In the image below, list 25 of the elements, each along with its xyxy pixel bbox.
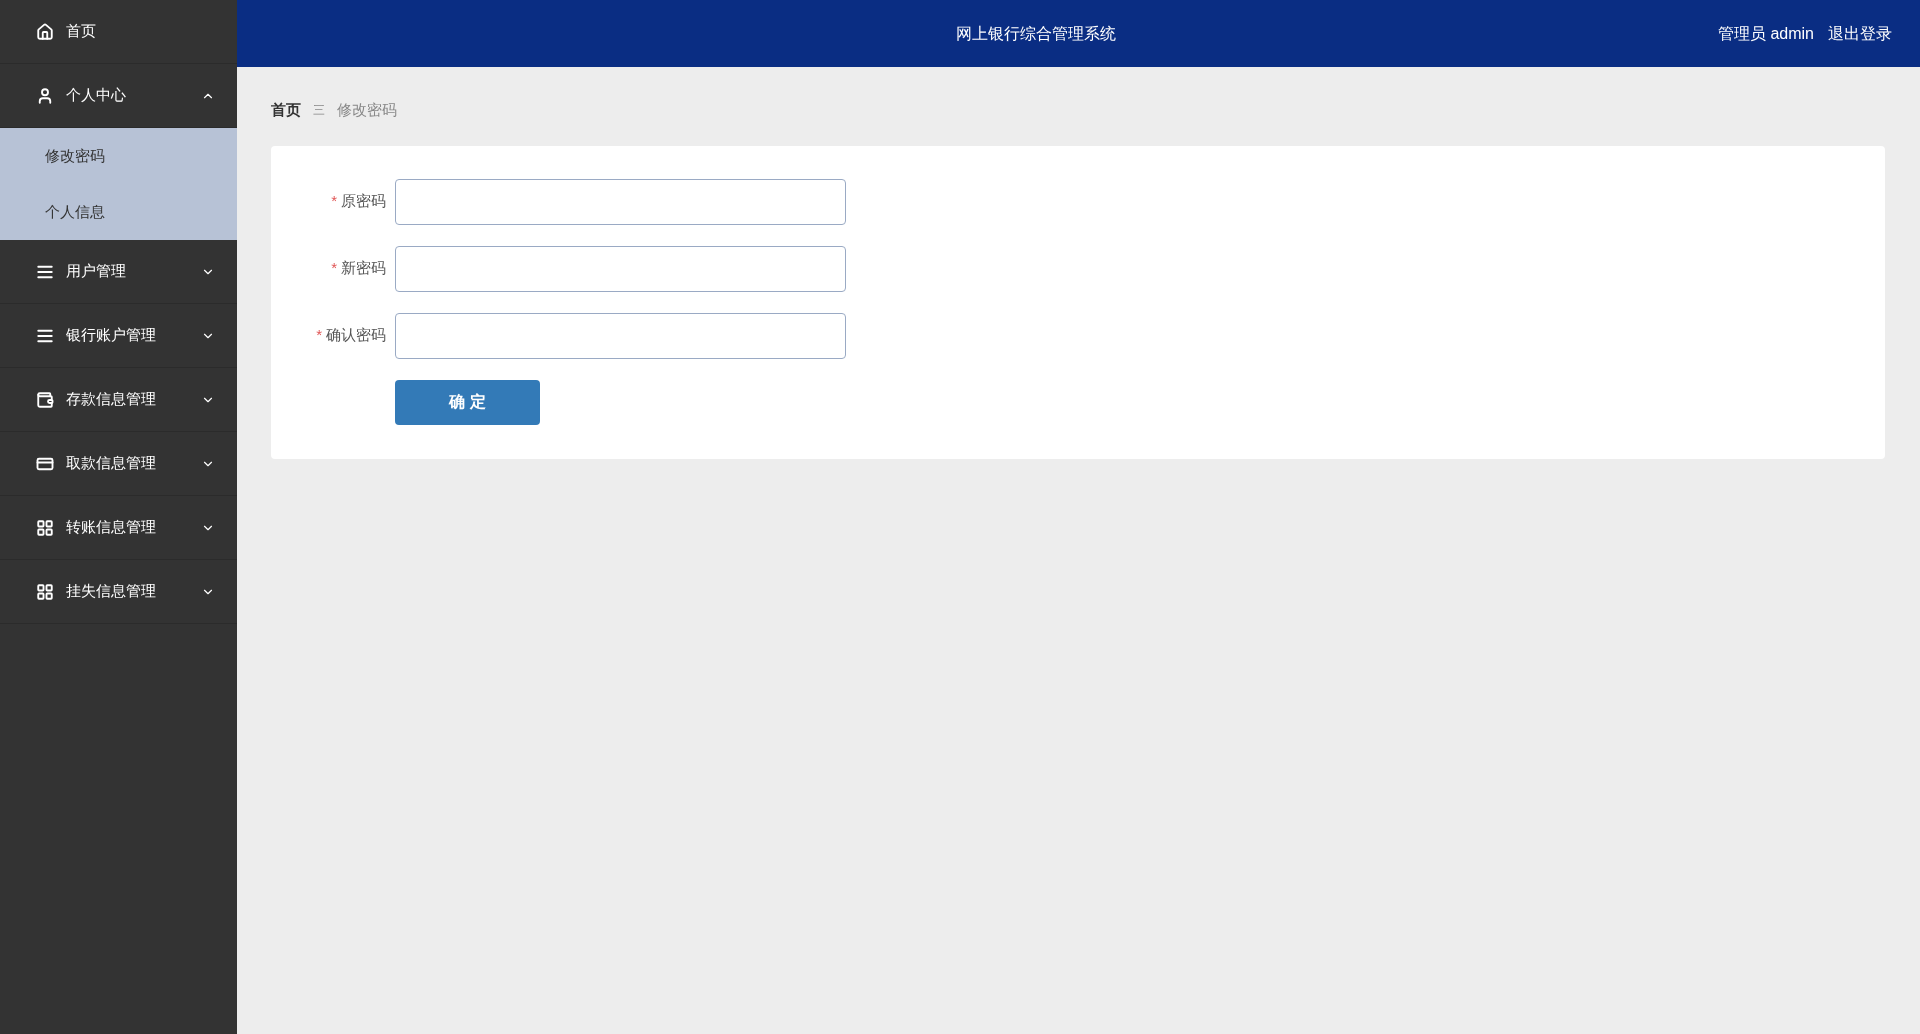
user-label: 管理员 admin bbox=[1717, 23, 1814, 44]
home-icon bbox=[36, 22, 54, 41]
sidebar-item[interactable]: 挂失信息管理 bbox=[0, 560, 237, 624]
app-title: 网上银行综合管理系统 bbox=[956, 23, 1117, 44]
user-icon bbox=[36, 86, 54, 105]
input-field[interactable] bbox=[395, 312, 846, 359]
field-label: * 确认密码 bbox=[315, 325, 386, 346]
sidebar-item[interactable]: 存款信息管理 bbox=[0, 368, 237, 432]
grid-icon bbox=[36, 582, 54, 601]
grid-icon bbox=[36, 518, 54, 537]
submit-button[interactable]: 确 定 bbox=[395, 379, 540, 425]
sidebar-item[interactable]: 用户管理 bbox=[0, 240, 237, 304]
sidebar-item[interactable]: 银行账户管理 bbox=[0, 304, 237, 368]
logout-link[interactable]: 退出登录 bbox=[1828, 21, 1892, 46]
wallet-icon bbox=[36, 390, 54, 409]
input-field[interactable] bbox=[395, 245, 846, 292]
breadcrumb-link[interactable]: 首页 bbox=[271, 99, 301, 122]
submenu-item[interactable]: 修改密码 bbox=[0, 128, 237, 184]
input-field[interactable] bbox=[395, 178, 846, 225]
sidebar-item[interactable]: 取款信息管理 bbox=[0, 432, 237, 496]
breadcrumb-separator: 三 bbox=[313, 102, 325, 120]
field-label: * 新密码 bbox=[330, 258, 386, 279]
submenu-item[interactable]: 个人信息 bbox=[0, 184, 237, 240]
sidebar-item[interactable]: 转账信息管理 bbox=[0, 496, 237, 560]
field-label: * 原密码 bbox=[330, 191, 386, 212]
